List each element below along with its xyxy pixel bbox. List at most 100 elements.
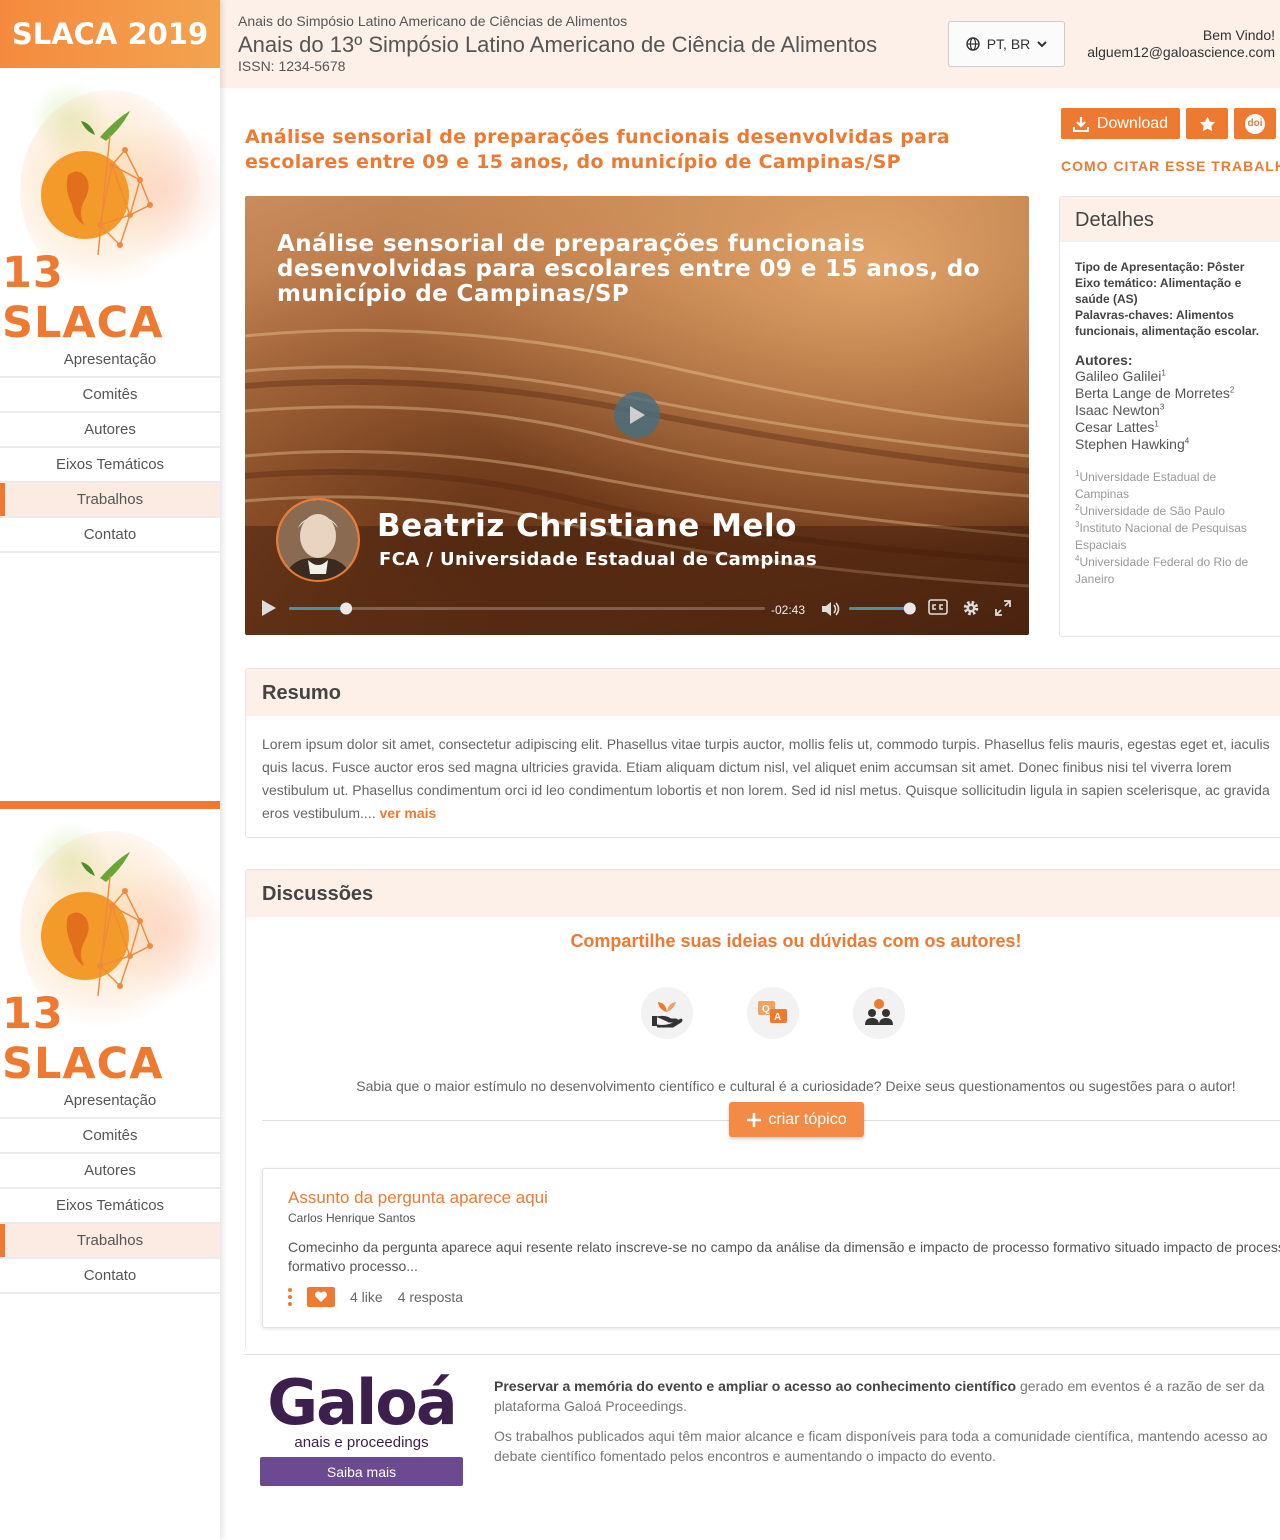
cite-link[interactable]: COMO CITAR ESSE TRABALHO?	[1061, 158, 1280, 174]
event-subtitle: Anais do Simpósio Latino Americano de Ci…	[238, 13, 628, 29]
author-item[interactable]: Cesar Lattes1	[1075, 419, 1280, 436]
nav-contato[interactable]: Contato	[0, 518, 220, 553]
people-icon	[853, 987, 905, 1039]
presenter-avatar	[276, 498, 360, 582]
more-options-icon[interactable]	[288, 1288, 292, 1306]
page-header: Anais do Simpósio Latino Americano de Ci…	[220, 0, 1280, 88]
event-logo-text: 13 SLACA	[2, 989, 164, 1081]
video-time-remaining: -02:43	[771, 603, 806, 617]
user-welcome[interactable]: Bem Vindo! alguem12@galoascience.com	[1087, 27, 1275, 61]
affiliations-list: 1Universidade Estadual de Campinas 2Univ…	[1060, 453, 1260, 588]
globe-icon	[966, 37, 980, 51]
nav-contato[interactable]: Contato	[0, 1259, 220, 1294]
nav-apresentacao[interactable]: Apresentação	[0, 343, 220, 378]
topic-author: Carlos Henrique Santos	[288, 1211, 416, 1225]
author-item[interactable]: Isaac Newton3	[1075, 402, 1280, 419]
presenter-institution: FCA / Universidade Estadual de Campinas	[379, 549, 818, 570]
presentation-type: Tipo de Apresentação: Pôster	[1075, 260, 1245, 274]
discussion-icons: Q A	[641, 987, 905, 1039]
doi-button[interactable]: doi	[1234, 108, 1276, 139]
download-button[interactable]: Download	[1061, 108, 1180, 139]
create-topic-label: criar tópico	[768, 1110, 847, 1128]
resumo-text: Lorem ipsum dolor sit amet, consectetur …	[246, 716, 1280, 825]
play-icon	[630, 406, 645, 424]
nav-autores[interactable]: Autores	[0, 1154, 220, 1189]
sidebar-nav: Apresentação Comitês Autores Eixos Temát…	[0, 343, 220, 553]
discussions-section: Discussões Compartilhe suas ideias ou dú…	[245, 869, 1280, 1349]
footer-divider	[245, 1354, 1280, 1355]
settings-gear-icon[interactable]	[962, 599, 980, 617]
details-meta: Tipo de Apresentação: Pôster Eixo temáti…	[1060, 242, 1265, 339]
nav-trabalhos[interactable]: Trabalhos	[0, 1224, 220, 1259]
volume-slider[interactable]	[849, 601, 917, 617]
video-progress-fill	[289, 607, 347, 610]
affiliation-item: 1Universidade Estadual de Campinas	[1075, 469, 1217, 502]
user-email: alguem12@galoascience.com	[1087, 44, 1275, 60]
details-heading: Detalhes	[1060, 197, 1280, 242]
star-icon	[1199, 116, 1215, 131]
sidebar-nav-repeat: Apresentação Comitês Autores Eixos Temát…	[0, 1084, 220, 1294]
orange-globe-icon	[41, 852, 153, 996]
authors-list: Galileo Galilei1 Berta Lange de Morretes…	[1060, 368, 1280, 453]
favorite-button[interactable]	[1186, 108, 1228, 139]
topic-replies[interactable]: 4 resposta	[398, 1289, 463, 1305]
nav-comites[interactable]: Comitês	[0, 1119, 220, 1154]
download-label: Download	[1096, 114, 1169, 132]
language-selector[interactable]: PT, BR	[948, 21, 1065, 67]
about-paragraph-1: Preservar a memória do evento e ampliar …	[494, 1378, 1265, 1414]
play-icon[interactable]	[261, 599, 277, 617]
download-icon	[1072, 116, 1089, 132]
nav-eixos-tematicos[interactable]: Eixos Temáticos	[0, 448, 220, 483]
svg-text:Q: Q	[762, 1004, 770, 1015]
video-player[interactable]: Análise sensorial de preparações funcion…	[245, 196, 1029, 635]
author-item[interactable]: Galileo Galilei1	[1075, 368, 1280, 385]
nav-apresentacao[interactable]: Apresentação	[0, 1084, 220, 1119]
event-title: Anais do 13º Simpósio Latino Americano d…	[238, 32, 878, 57]
like-button[interactable]	[307, 1287, 335, 1307]
nav-trabalhos[interactable]: Trabalhos	[0, 483, 220, 518]
thematic-axis: Eixo temático: Alimentação e saúde (AS)	[1075, 276, 1242, 306]
author-item[interactable]: Berta Lange de Morretes2	[1075, 385, 1280, 402]
doi-icon: doi	[1245, 113, 1265, 134]
work-title: Análise sensorial de preparações funcion…	[245, 126, 951, 173]
nav-comites[interactable]: Comitês	[0, 378, 220, 413]
resumo-section: Resumo Lorem ipsum dolor sit amet, conse…	[245, 668, 1280, 838]
create-topic-button[interactable]: criar tópico	[729, 1102, 864, 1137]
author-item[interactable]: Stephen Hawking4	[1075, 436, 1280, 453]
qa-chat-icon: Q A	[747, 987, 799, 1039]
video-big-play-button[interactable]	[614, 392, 660, 438]
topic-likes: 4 like	[350, 1289, 383, 1305]
plus-icon	[747, 1112, 762, 1127]
nav-autores[interactable]: Autores	[0, 413, 220, 448]
affiliation-item: 2Universidade de São Paulo	[1075, 503, 1225, 519]
video-progress-handle[interactable]	[340, 602, 353, 615]
nav-eixos-tematicos[interactable]: Eixos Temáticos	[0, 1189, 220, 1224]
captions-icon[interactable]	[928, 599, 948, 615]
discussion-topic[interactable]: Assunto da pergunta aparece aqui Carlos …	[262, 1168, 1280, 1328]
volume-handle[interactable]	[903, 602, 916, 615]
presenter-name: Beatriz Christiane Melo	[377, 508, 797, 544]
discussions-call: Compartilhe suas ideias ou dúvidas com o…	[570, 931, 1022, 951]
hand-plant-icon	[641, 987, 693, 1039]
work-actions: Download doi	[1061, 108, 1276, 139]
topic-actions: 4 like 4 resposta	[288, 1287, 463, 1307]
ver-mais-link[interactable]: ver mais	[380, 805, 437, 821]
resumo-heading: Resumo	[246, 669, 1280, 716]
details-panel: Detalhes Tipo de Apresentação: Pôster Ei…	[1059, 196, 1280, 637]
welcome-text: Bem Vindo!	[1202, 27, 1275, 43]
topic-title[interactable]: Assunto da pergunta aparece aqui	[288, 1188, 548, 1208]
heart-icon	[314, 1291, 328, 1302]
video-controls: -02:43	[245, 594, 1029, 624]
authors-heading: Autores:	[1075, 352, 1133, 368]
about-paragraph-2: Os trabalhos publicados aqui têm maior a…	[494, 1428, 1268, 1464]
event-logo-text: 13 SLACA	[2, 248, 164, 340]
video-progress-bar[interactable]	[289, 601, 765, 617]
presenter-portrait	[278, 500, 358, 580]
fullscreen-icon[interactable]	[995, 600, 1011, 616]
volume-icon[interactable]	[821, 600, 841, 618]
language-label: PT, BR	[986, 36, 1031, 52]
event-brand[interactable]: SLACA 2019	[0, 0, 220, 68]
saiba-mais-button[interactable]: Saiba mais	[260, 1457, 463, 1486]
affiliation-item: 3Instituto Nacional de Pesquisas Espacia…	[1075, 520, 1247, 553]
topic-excerpt: Comecinho da pergunta aparece aqui resen…	[288, 1239, 1280, 1274]
